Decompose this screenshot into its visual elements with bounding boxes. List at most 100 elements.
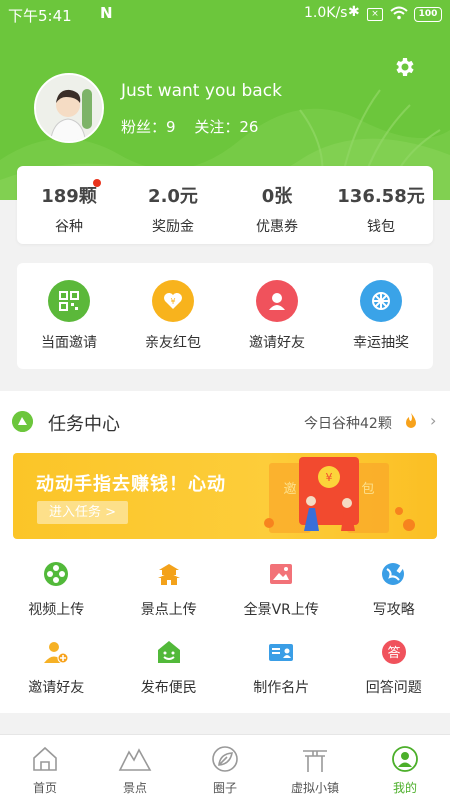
business-card-icon <box>266 637 296 667</box>
add-person-icon <box>41 637 71 667</box>
task-label: 发布便民 <box>140 680 197 696</box>
stat-label: 钱包 <box>367 219 395 235</box>
follow-stats: 粉丝：9 关注：26 <box>121 116 272 137</box>
stat-value: 2.0元 <box>148 186 198 207</box>
answer-glyph: 答 <box>387 645 400 661</box>
gate-icon <box>270 741 360 777</box>
stats-card: 189颗 谷种 2.0元 奖励金 0张 优惠券 136.58元 钱包 <box>17 166 433 244</box>
quick-red-envelope[interactable]: ¥ 亲友红包 <box>121 263 225 369</box>
nav-label: 首页 <box>32 781 57 795</box>
task-label: 全景VR上传 <box>243 602 319 618</box>
nav-label: 虚拟小镇 <box>290 781 339 795</box>
status-bar: 下午5:41 N 1.0K/s ✱ × 100 <box>0 0 450 30</box>
quick-action-label: 幸运抽奖 <box>353 335 409 351</box>
panorama-image-icon <box>266 559 296 589</box>
qr-code-icon <box>48 280 90 322</box>
chevron-right-icon[interactable]: › <box>430 411 436 430</box>
fans-value: 9 <box>166 118 176 136</box>
quick-action-label: 当面邀请 <box>41 335 97 351</box>
quick-lucky-draw[interactable]: 幸运抽奖 <box>329 263 433 369</box>
task-label: 邀请好友 <box>28 680 85 696</box>
svg-text:¥: ¥ <box>170 297 175 306</box>
net-speed: 1.0K/s <box>304 5 348 21</box>
person-icon <box>256 280 298 322</box>
fans-count[interactable]: 粉丝：9 <box>121 118 176 136</box>
follow-label: 关注： <box>194 118 240 136</box>
task-center-section: 任务中心 今日谷种42颗 › 动动手指去赚钱！心动 进入任务 > 邀 包 ¥ 视… <box>0 391 450 713</box>
nav-circle[interactable]: 圈子 <box>180 735 270 800</box>
quick-invite-face-to-face[interactable]: 当面邀请 <box>17 263 121 369</box>
bluetooth-icon: ✱ <box>348 4 360 20</box>
leaf-icon <box>180 741 270 777</box>
task-label: 制作名片 <box>253 680 310 696</box>
globe-pen-icon <box>379 559 409 589</box>
stat-value: 0张 <box>261 186 293 207</box>
new-badge-dot <box>93 179 101 187</box>
wheel-icon <box>360 280 402 322</box>
task-label: 景点上传 <box>140 602 197 618</box>
profile-icon <box>360 741 450 777</box>
task-banner[interactable]: 动动手指去赚钱！心动 进入任务 > 邀 包 ¥ <box>13 453 437 539</box>
svg-text:¥: ¥ <box>326 471 333 484</box>
follow-count[interactable]: 关注：26 <box>194 118 258 136</box>
fans-label: 粉丝： <box>121 118 167 136</box>
no-sim-icon: × <box>367 8 383 21</box>
banner-illustration: 邀 包 ¥ <box>264 457 415 533</box>
stat-label: 谷种 <box>55 219 83 235</box>
task-vr-upload[interactable]: 全景VR上传 <box>225 559 338 619</box>
wifi-icon <box>390 6 408 20</box>
task-center-title: 任务中心 <box>48 414 120 435</box>
stat-reward[interactable]: 2.0元 奖励金 <box>121 166 225 244</box>
quick-action-label: 邀请好友 <box>249 335 305 351</box>
answer-icon: 答 <box>379 637 409 667</box>
task-publish-service[interactable]: 发布便民 <box>113 637 226 697</box>
username: Just want you back <box>121 81 282 101</box>
status-time: 下午5:41 <box>8 7 72 25</box>
task-write-guide[interactable]: 写攻略 <box>338 559 450 619</box>
task-label: 写攻略 <box>372 602 415 618</box>
red-envelope-icon: ¥ <box>152 280 194 322</box>
home-icon <box>0 741 90 777</box>
follow-value: 26 <box>239 118 259 136</box>
nav-scenic[interactable]: 景点 <box>90 735 180 800</box>
stat-label: 优惠券 <box>256 219 298 235</box>
task-label: 视频上传 <box>28 602 85 618</box>
flame-icon <box>406 413 416 428</box>
pagoda-icon <box>154 559 184 589</box>
video-reel-icon <box>41 559 71 589</box>
task-grid: 视频上传 景点上传 全景VR上传 写攻略 邀请好友 发布便民 制作名片 答 回答… <box>0 559 450 697</box>
smile-house-icon <box>154 637 184 667</box>
nav-label: 我的 <box>392 781 417 795</box>
stat-value: 189颗 <box>41 186 97 207</box>
gear-icon[interactable] <box>393 55 417 79</box>
nav-mine[interactable]: 我的 <box>360 735 450 800</box>
quick-actions-card: 当面邀请 ¥ 亲友红包 邀请好友 幸运抽奖 <box>17 263 433 369</box>
avatar[interactable] <box>34 73 104 143</box>
task-video-upload[interactable]: 视频上传 <box>0 559 113 619</box>
notification-n-icon: N <box>100 4 113 22</box>
task-logo-icon <box>12 411 33 432</box>
task-answer-questions[interactable]: 答 回答问题 <box>338 637 450 697</box>
nav-home[interactable]: 首页 <box>0 735 90 800</box>
stat-value: 136.58元 <box>337 186 425 207</box>
quick-action-label: 亲友红包 <box>145 335 201 351</box>
stat-wallet[interactable]: 136.58元 钱包 <box>329 166 433 244</box>
stat-seeds[interactable]: 189颗 谷种 <box>17 166 121 244</box>
task-spot-upload[interactable]: 景点上传 <box>113 559 226 619</box>
enter-task-button[interactable]: 进入任务 > <box>37 501 129 524</box>
stat-label: 奖励金 <box>152 219 194 235</box>
today-seeds: 今日谷种42颗 <box>304 416 392 432</box>
stat-coupons[interactable]: 0张 优惠券 <box>225 166 329 244</box>
nav-virtual-town[interactable]: 虚拟小镇 <box>270 735 360 800</box>
bottom-nav: 首页 景点 圈子 虚拟小镇 我的 <box>0 734 450 800</box>
quick-invite-friends[interactable]: 邀请好友 <box>225 263 329 369</box>
task-center-header[interactable]: 任务中心 今日谷种42颗 › <box>0 391 450 449</box>
banner-card-right: 包 <box>361 482 374 497</box>
banner-title: 动动手指去赚钱！心动 <box>36 474 226 495</box>
task-business-card[interactable]: 制作名片 <box>225 637 338 697</box>
nav-label: 景点 <box>122 781 147 795</box>
task-label: 回答问题 <box>365 680 422 696</box>
battery-icon: 100 <box>414 7 442 22</box>
task-invite-friends[interactable]: 邀请好友 <box>0 637 113 697</box>
mountain-icon <box>90 741 180 777</box>
